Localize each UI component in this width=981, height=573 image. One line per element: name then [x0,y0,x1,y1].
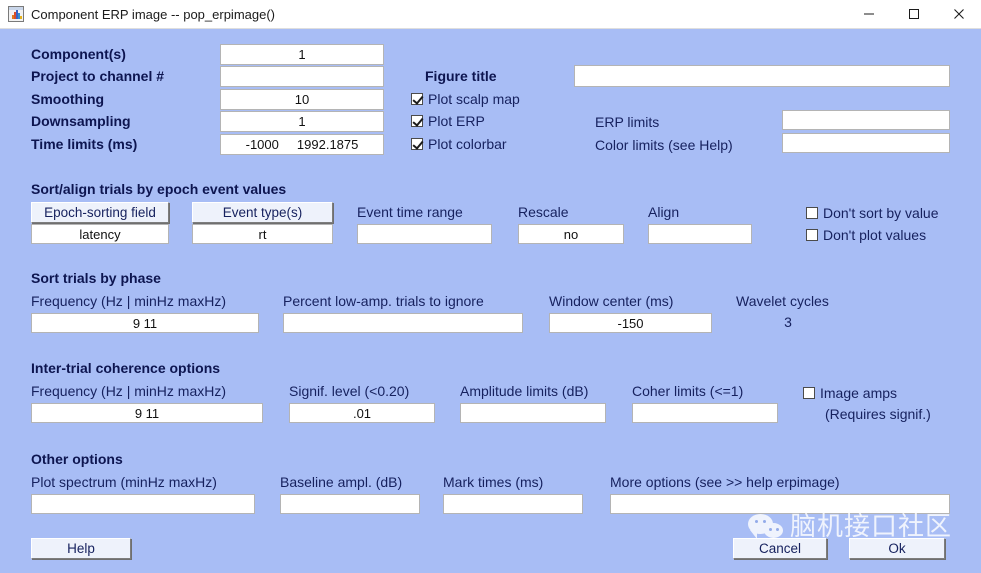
project-to-channel-label: Project to channel # [31,68,165,84]
ok-button[interactable]: Ok [849,538,945,559]
event-types-input[interactable] [192,224,333,244]
matlab-icon [8,6,24,22]
smoothing-input[interactable] [220,89,384,110]
time-limits-label: Time limits (ms) [31,136,138,152]
rescale-label: Rescale [518,204,569,220]
baseline-ampl-input[interactable] [280,494,420,514]
erp-limits-label: ERP limits [595,114,660,130]
phase-frequency-input[interactable] [31,313,259,333]
figure-title-label: Figure title [425,68,497,84]
color-limits-input[interactable] [782,133,950,153]
color-limits-label: Color limits (see Help) [595,137,733,153]
image-amps-checkbox[interactable]: Image amps [803,385,897,401]
other-options-section-title: Other options [31,451,123,467]
dont-plot-values-label: Don't plot values [823,227,927,243]
window-center-input[interactable] [549,313,712,333]
event-types-button[interactable]: Event type(s) [192,202,333,223]
signif-level-input[interactable] [289,403,435,423]
plot-colorbar-checkbox[interactable]: Plot colorbar [411,136,507,152]
epoch-sorting-field-input[interactable] [31,224,169,244]
dont-sort-by-value-label: Don't sort by value [823,205,939,221]
plot-spectrum-label: Plot spectrum (minHz maxHz) [31,474,217,490]
plot-scalp-map-checkbox[interactable]: Plot scalp map [411,91,520,107]
mark-times-label: Mark times (ms) [443,474,544,490]
more-options-input[interactable] [610,494,950,514]
window-center-label: Window center (ms) [549,293,674,309]
plot-spectrum-input[interactable] [31,494,255,514]
components-label: Component(s) [31,46,126,62]
plot-scalp-map-label: Plot scalp map [428,91,520,107]
maximize-button[interactable] [891,0,936,28]
wavelet-cycles-value: 3 [784,314,792,330]
align-label: Align [648,204,680,220]
downsampling-input[interactable] [220,111,384,132]
coher-limits-label: Coher limits (<=1) [632,383,744,399]
requires-signif-note: (Requires signif.) [825,406,931,422]
coherence-frequency-input[interactable] [31,403,263,423]
minimize-button[interactable] [846,0,891,28]
phase-frequency-label: Frequency (Hz | minHz maxHz) [31,293,227,309]
coherence-section-title: Inter-trial coherence options [31,360,221,376]
smoothing-label: Smoothing [31,91,105,107]
title-bar: Component ERP image -- pop_erpimage() [0,0,981,29]
baseline-ampl-label: Baseline ampl. (dB) [280,474,403,490]
dont-plot-values-checkbox[interactable]: Don't plot values [806,227,926,243]
erp-limits-input[interactable] [782,110,950,130]
more-options-label: More options (see >> help erpimage) [610,474,840,490]
figure-title-input[interactable] [574,65,950,87]
event-time-range-label: Event time range [357,204,463,220]
rescale-input[interactable] [518,224,624,244]
coherence-frequency-label: Frequency (Hz | minHz maxHz) [31,383,227,399]
erp-image-dialog: Component ERP image -- pop_erpimage() Co… [0,0,981,573]
window-controls [846,0,981,28]
event-time-range-input[interactable] [357,224,492,244]
checkbox-icon [411,93,423,105]
components-input[interactable] [220,44,384,65]
mark-times-input[interactable] [443,494,583,514]
dont-sort-by-value-checkbox[interactable]: Don't sort by value [806,205,939,221]
percent-low-amp-input[interactable] [283,313,523,333]
sort-by-phase-section-title: Sort trials by phase [31,270,161,286]
epoch-sorting-field-button[interactable]: Epoch-sorting field [31,202,169,223]
help-button[interactable]: Help [31,538,131,559]
checkbox-icon [806,229,818,241]
plot-erp-checkbox[interactable]: Plot ERP [411,113,485,129]
project-to-channel-input[interactable] [220,66,384,87]
checkbox-icon [806,207,818,219]
align-input[interactable] [648,224,752,244]
plot-erp-label: Plot ERP [428,113,485,129]
window-title: Component ERP image -- pop_erpimage() [31,6,275,22]
checkbox-icon [803,387,815,399]
checkbox-icon [411,138,423,150]
signif-level-label: Signif. level (<0.20) [289,383,410,399]
wavelet-cycles-label: Wavelet cycles [736,293,829,309]
time-limits-input[interactable] [220,134,384,155]
amplitude-limits-input[interactable] [460,403,606,423]
close-button[interactable] [936,0,981,28]
amplitude-limits-label: Amplitude limits (dB) [460,383,589,399]
downsampling-label: Downsampling [31,113,131,129]
percent-low-amp-label: Percent low-amp. trials to ignore [283,293,484,309]
plot-colorbar-label: Plot colorbar [428,136,507,152]
coher-limits-input[interactable] [632,403,778,423]
checkbox-icon [411,115,423,127]
image-amps-label: Image amps [820,385,898,401]
cancel-button[interactable]: Cancel [733,538,827,559]
sort-align-section-title: Sort/align trials by epoch event values [31,181,287,197]
